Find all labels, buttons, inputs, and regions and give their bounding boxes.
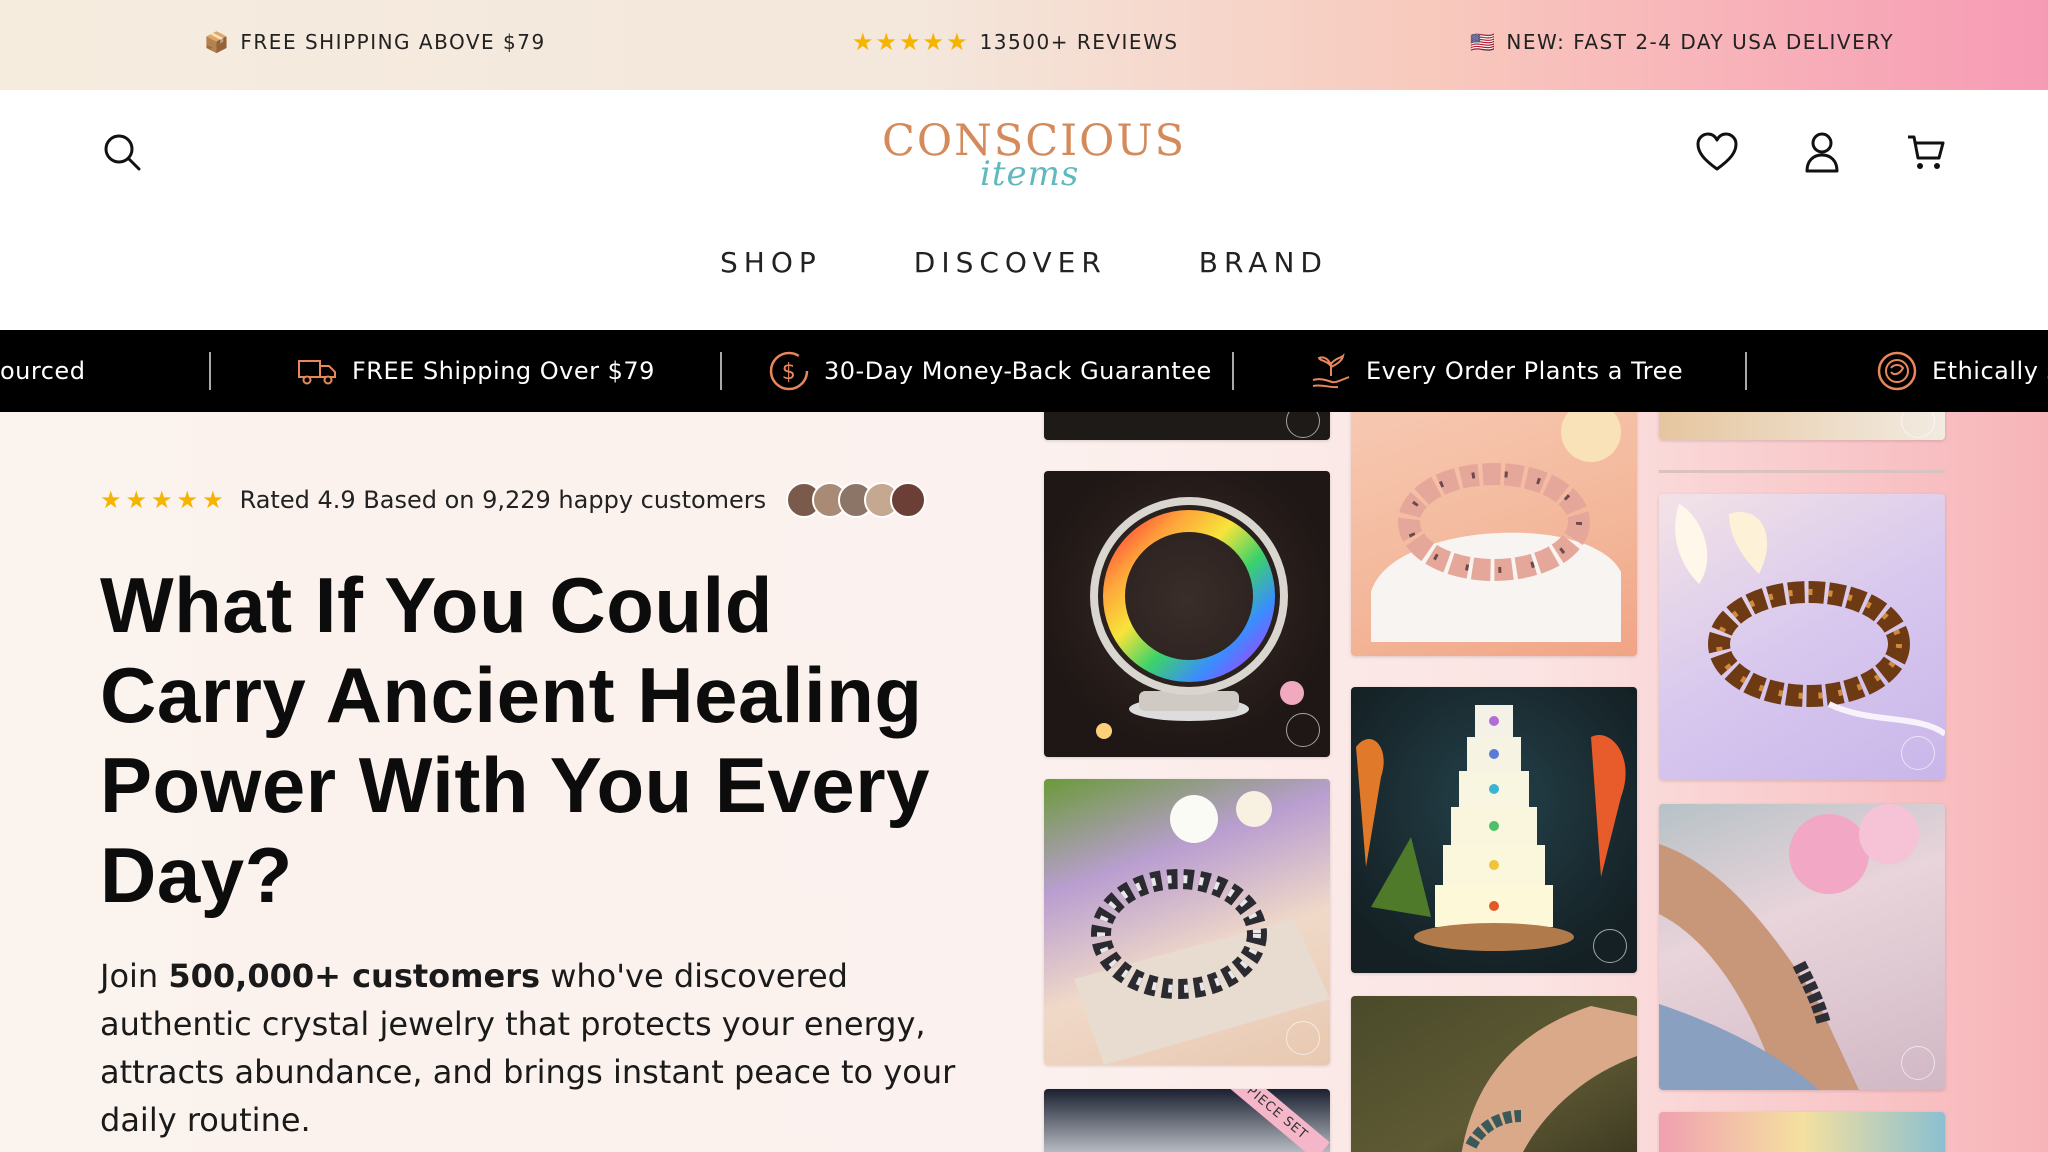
us-flag-icon: 🇺🇸 [1470,30,1497,54]
product-image-tile[interactable] [1044,412,1330,440]
trust-guarantee-text: 30-Day Money-Back Guarantee [824,357,1212,385]
hero-subtext: Join 500,000+ customers who've discovere… [100,952,960,1144]
rainbow-crystal-lamp-image [1090,497,1304,739]
nav-shop[interactable]: SHOP [720,246,822,279]
nav-discover[interactable]: DISCOVER [914,246,1107,279]
site-logo[interactable]: CONSCIOUS items [880,116,1184,206]
product-image-tile[interactable] [1351,996,1637,1152]
avatar [890,482,927,518]
customer-avatars [786,482,927,518]
trust-bar: ourced FREE Shipping Over $79 $ 30-Day M… [0,330,2048,412]
product-image-tile[interactable] [1351,412,1637,656]
trust-item-partial-right: Ethically s [1876,330,2048,412]
black-white-bracelet-image [1074,791,1330,1065]
hero-sub-prefix: Join [100,957,169,995]
announcement-bar: 📦 FREE SHIPPING ABOVE $79 ★★★★★ 13500+ R… [0,0,2048,90]
wrist-bracelet-image [1461,1006,1637,1152]
trust-item-partial-left: ourced [0,330,85,412]
announcement-delivery: 🇺🇸 NEW: FAST 2-4 DAY USA DELIVERY [1470,30,1894,54]
truck-icon [296,356,338,386]
trust-item-shipping: FREE Shipping Over $79 [296,330,655,412]
trust-shipping-text: FREE Shipping Over $79 [352,357,655,385]
chakra-selenite-tower-image [1356,705,1626,951]
trust-tree-text: Every Order Plants a Tree [1366,357,1684,385]
ethical-globe-icon [1876,350,1918,392]
hero-rating-text: Rated 4.9 Based on 9,229 happy customers [239,486,767,514]
seal-icon [1286,1021,1320,1055]
trust-divider [1232,352,1234,390]
account-icon[interactable] [1798,128,1846,176]
tigers-eye-bracelet-image [1675,504,1945,737]
product-image-tile[interactable]: 3 PIECE SET [1044,1089,1330,1152]
sprout-hand-icon [1310,350,1352,392]
product-image-tile[interactable] [1044,471,1330,757]
main-nav: SHOP DISCOVER BRAND [0,246,2048,279]
announcement-reviews-text: 13500+ REVIEWS [979,30,1179,54]
trust-item-tree: Every Order Plants a Tree [1310,330,1683,412]
trust-partial-left-text: ourced [0,357,86,385]
product-image-tile[interactable] [1351,687,1637,973]
product-image-tile[interactable] [1044,779,1330,1065]
announcement-shipping-text: FREE SHIPPING ABOVE $79 [240,30,546,54]
hero-headline: What If You Could Carry Ancient Healing … [100,561,930,919]
product-image-tile[interactable] [1659,804,1945,1090]
seal-icon [1901,412,1935,438]
seal-icon [1901,1046,1935,1080]
hero-sub-bold: 500,000+ customers [168,957,541,995]
cart-icon[interactable] [1902,128,1950,176]
svg-text:$: $ [782,360,797,385]
announcement-reviews: ★★★★★ 13500+ REVIEWS [852,28,1179,56]
dollar-circle-icon: $ [768,350,810,392]
seal-icon [1286,713,1320,747]
heart-icon[interactable] [1693,128,1741,176]
hero-rating: ★★★★★ Rated 4.9 Based on 9,229 happy cus… [100,482,927,518]
seal-icon [1901,736,1935,770]
star-rating-icon: ★★★★★ [100,486,228,514]
set-badge: 3 PIECE SET [1213,1089,1330,1152]
seal-icon [1593,929,1627,963]
search-icon[interactable] [98,128,146,176]
arm-bracelet-flowers-image [1659,804,1919,1090]
package-icon: 📦 [204,30,231,54]
seal-icon [1286,412,1320,438]
rhodonite-bracelet-image [1371,412,1621,642]
announcement-shipping: 📦 FREE SHIPPING ABOVE $79 [204,30,546,54]
nav-brand[interactable]: BRAND [1199,246,1328,279]
trust-partial-right-text: Ethically s [1932,357,2048,385]
product-image-tile[interactable] [1659,494,1945,780]
hero-section: ★★★★★ Rated 4.9 Based on 9,229 happy cus… [0,412,2048,1152]
trust-divider [1745,352,1747,390]
logo-script: items [980,154,1080,194]
product-image-tile[interactable] [1659,412,1945,440]
column-divider [1659,470,1945,473]
trust-item-guarantee: $ 30-Day Money-Back Guarantee [768,330,1212,412]
product-image-tile[interactable] [1659,1112,1945,1152]
site-header: CONSCIOUS items SHOP DISCOVER BRAND [0,90,2048,330]
star-rating-icon: ★★★★★ [852,28,970,56]
trust-divider [720,352,722,390]
announcement-delivery-text: NEW: FAST 2-4 DAY USA DELIVERY [1506,30,1895,54]
trust-divider [209,352,211,390]
